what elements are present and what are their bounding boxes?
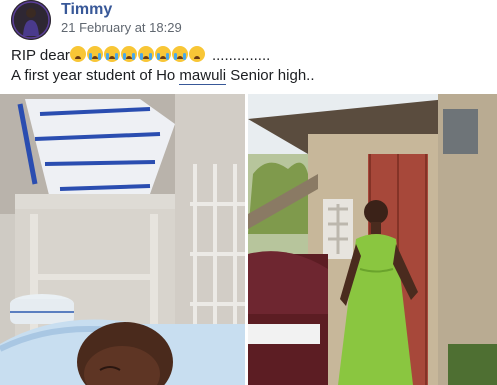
post-text-prefix: RIP dear xyxy=(11,47,70,64)
post-timestamp[interactable]: 21 February at 18:29 xyxy=(61,20,182,35)
mawuli-link[interactable]: mawuli xyxy=(179,67,227,85)
post-text-line1: RIP dear.............. xyxy=(11,46,270,64)
post-text-dots: .............. xyxy=(211,47,271,64)
author-name[interactable]: Timmy xyxy=(61,1,112,19)
post-text-after-link: Senior high.. xyxy=(226,67,315,84)
post-text-line2: A first year student of Ho mawuli Senior… xyxy=(11,67,315,85)
facebook-post: Timmy 21 February at 18:29 RIP dear.....… xyxy=(0,0,497,385)
sad-face-emoji xyxy=(69,46,86,62)
crying-face-emoji xyxy=(171,46,188,62)
crying-face-emoji xyxy=(120,46,137,62)
crying-face-emoji xyxy=(154,46,171,62)
photo-girl-green-dress[interactable] xyxy=(248,94,497,385)
photo-grid xyxy=(0,94,497,385)
post-text-before-link: A first year student of Ho xyxy=(11,67,180,84)
frowning-face-emoji xyxy=(188,46,205,62)
crying-face-emoji xyxy=(103,46,120,62)
crying-face-emoji xyxy=(86,46,103,62)
photo-hospital-bed[interactable] xyxy=(0,94,245,385)
avatar[interactable] xyxy=(11,0,51,40)
crying-face-emoji xyxy=(137,46,154,62)
